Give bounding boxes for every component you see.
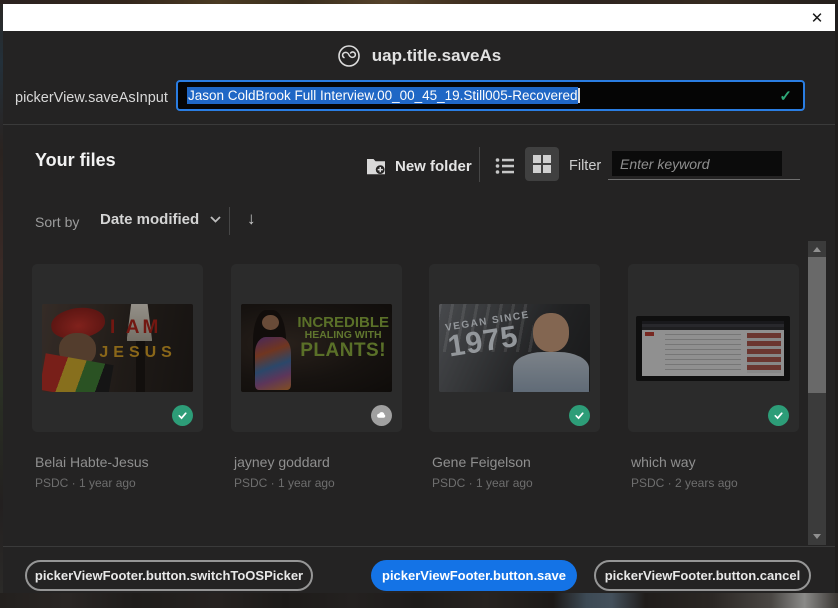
section-title: Your files [35,150,116,170]
thumbnail-art [439,304,533,353]
divider [3,124,835,125]
scroll-down-arrow-icon[interactable] [813,534,821,539]
filename-input[interactable]: Jason ColdBrook Full Interview.00_00_45_… [176,80,805,111]
new-folder-icon [367,159,385,175]
thumbnail-art [49,304,108,342]
file-card-tile: VEGAN SINCE 1975 [429,264,600,432]
thumbnail-text: INCREDIBLE HEALING WITH PLANTS! [297,313,389,362]
window-titlebar: ✕ [3,4,835,31]
file-card[interactable]: I AM JESUS Belai Habte-Jesus PSDC · 1 ye… [32,264,203,490]
thumbnail-art [532,312,569,352]
thumbnail-art [126,304,153,341]
file-card[interactable]: which way PSDC · 2 years ago [628,264,799,490]
cancel-button[interactable]: pickerViewFooter.button.cancel [594,560,811,591]
valid-check-icon: ✓ [779,88,792,105]
sort-direction-button[interactable]: ↓ [247,209,256,229]
divider [479,147,480,182]
thumbnail-art [135,340,145,392]
file-thumbnail [636,316,790,381]
backdrop-bottom [0,593,838,608]
file-card-tile: INCREDIBLE HEALING WITH PLANTS! [231,264,402,432]
thumbnail-art [254,337,291,391]
thumbnail-art [253,310,287,386]
filter-underline [608,179,800,180]
thumbnail-text: I AM [109,317,162,339]
filter-input[interactable] [612,151,782,176]
file-name: Gene Feigelson [432,454,531,470]
thumbnail-art [42,352,115,392]
file-thumbnail: INCREDIBLE HEALING WITH PLANTS! [241,304,392,392]
sort-by-label: Sort by [35,214,80,230]
creative-cloud-logo-icon [337,45,360,67]
thumbnail-text: VEGAN SINCE 1975 [443,309,531,364]
grid-view-button[interactable] [525,147,559,181]
thumbnail-art [513,351,589,392]
scroll-up-arrow-icon[interactable] [813,247,821,252]
synced-check-icon [768,405,789,426]
file-thumbnail: I AM JESUS [42,304,193,392]
grid-view-icon [533,155,551,173]
cloud-status-icon [371,405,392,426]
file-card-tile: I AM JESUS [32,264,203,432]
close-icon[interactable]: ✕ [801,4,833,31]
scrollbar-thumb[interactable] [808,257,826,393]
save-as-label: pickerView.saveAsInput [15,90,168,106]
file-meta: PSDC · 1 year ago [432,476,533,490]
list-view-button[interactable] [491,152,519,180]
divider [3,546,835,547]
new-folder-label: New folder [395,157,472,175]
chevron-down-icon [210,216,221,223]
thumbnail-art [262,315,279,331]
save-button[interactable]: pickerViewFooter.button.save [371,560,577,591]
file-name: which way [631,454,696,470]
thumbnail-art [58,333,97,367]
file-meta: PSDC · 1 year ago [35,476,136,490]
thumbnail-text: JESUS [99,343,177,361]
file-card[interactable]: INCREDIBLE HEALING WITH PLANTS! jayney g… [231,264,402,490]
switch-to-os-picker-button[interactable]: pickerViewFooter.button.switchToOSPicker [25,560,313,591]
synced-check-icon [172,405,193,426]
file-card-tile [628,264,799,432]
file-meta: PSDC · 1 year ago [234,476,335,490]
list-view-icon [495,158,514,174]
file-meta: PSDC · 2 years ago [631,476,738,490]
file-name: Belai Habte-Jesus [35,454,149,470]
new-folder-button[interactable]: New folder [366,151,472,181]
dialog-title: uap.title.saveAs [371,46,502,65]
text-caret [578,88,581,103]
screen: ✕ uap.title.saveAs pickerView.saveAsInpu… [0,0,838,608]
file-card[interactable]: VEGAN SINCE 1975 Gene Feigelson PSDC · 1… [429,264,600,490]
save-as-dialog: ✕ uap.title.saveAs pickerView.saveAsInpu… [3,4,835,593]
sort-dropdown[interactable]: Date modified [100,211,221,228]
divider [229,207,230,235]
filter-label: Filter [569,158,602,174]
dialog-header: uap.title.saveAs [3,42,835,70]
sort-value: Date modified [100,211,200,228]
file-thumbnail: VEGAN SINCE 1975 [439,304,590,392]
scrollbar[interactable] [808,241,826,545]
synced-check-icon [569,405,590,426]
filename-selected-text: Jason ColdBrook Full Interview.00_00_45_… [187,87,579,104]
thumbnail-art [642,320,784,377]
file-name: jayney goddard [234,454,330,470]
